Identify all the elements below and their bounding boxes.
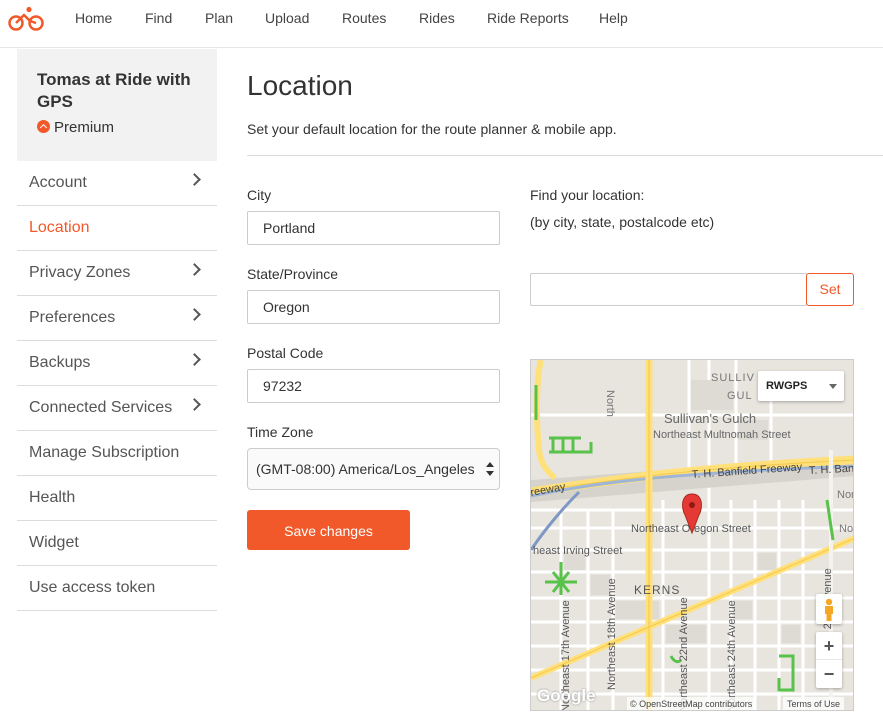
postal-code-label: Postal Code — [247, 345, 324, 361]
city-input[interactable]: Portland — [247, 211, 500, 245]
nav-ride-reports[interactable]: Ride Reports — [487, 10, 569, 26]
save-changes-button[interactable]: Save changes — [247, 510, 410, 550]
sidebar-user-card: Tomas at Ride with GPS Premium — [17, 49, 217, 161]
map-attribution[interactable]: © OpenStreetMap contributors — [627, 697, 756, 710]
sidebar-item-widget[interactable]: Widget — [17, 521, 217, 566]
sidebar-item-connected-services[interactable]: Connected Services — [17, 386, 217, 431]
sidebar-item-label: Location — [29, 219, 90, 236]
find-location-input[interactable] — [530, 273, 807, 306]
state-input[interactable]: Oregon — [247, 290, 500, 324]
chevron-right-icon — [188, 308, 201, 321]
caret-down-icon — [829, 384, 837, 389]
page-title: Location — [247, 70, 353, 101]
location-map[interactable]: SULLIV GUL Sullivan's Gulch Northeast Mu… — [530, 359, 854, 711]
premium-badge: Premium — [37, 119, 114, 136]
nav-help[interactable]: Help — [599, 10, 628, 26]
map-type-value: RWGPS — [766, 380, 808, 392]
user-name: Tomas at Ride with GPS — [37, 70, 191, 111]
time-zone-select[interactable]: (GMT-08:00) America/Los_Angeles — [247, 448, 500, 490]
find-location-label: Find your location: — [530, 187, 645, 203]
page-subtitle: Set your default location for the route … — [247, 121, 617, 137]
sidebar-item-manage-subscription[interactable]: Manage Subscription — [17, 431, 217, 476]
map-label-ne-22nd: Northeast 22nd Avenue — [678, 597, 690, 711]
map-tiles: SULLIV GUL Sullivan's Gulch Northeast Mu… — [531, 360, 854, 711]
map-label-irving: heast Irving Street — [533, 545, 622, 557]
chevron-right-icon — [188, 173, 201, 186]
chevron-right-icon — [188, 398, 201, 411]
sidebar-item-privacy-zones[interactable]: Privacy Zones — [17, 251, 217, 296]
map-label-ne-multnomah: Northeast Multnomah Street — [653, 429, 791, 441]
sidebar-item-preferences[interactable]: Preferences — [17, 296, 217, 341]
find-location-hint: (by city, state, postalcode etc) — [530, 214, 715, 230]
premium-label: Premium — [54, 119, 115, 136]
map-label-north-right: Nor — [837, 489, 854, 501]
map-label-sullivan: SULLIV — [711, 372, 755, 384]
pegman-icon — [825, 598, 833, 621]
map-label-kerns: KERNS — [634, 583, 680, 597]
set-location-button[interactable]: Set — [806, 273, 854, 306]
nav-routes[interactable]: Routes — [342, 10, 386, 26]
top-navigation: Home Find Plan Upload Routes Rides Ride … — [0, 0, 883, 48]
postal-code-input[interactable]: 97232 — [247, 369, 500, 403]
state-label: State/Province — [247, 266, 339, 282]
sidebar-item-account[interactable]: Account — [17, 161, 217, 206]
sidebar-item-label: Preferences — [29, 309, 116, 326]
sidebar-item-label: Backups — [29, 354, 91, 371]
sidebar-item-label: Use access token — [29, 579, 156, 596]
sidebar-item-location[interactable]: Location — [17, 206, 217, 251]
time-zone-label: Time Zone — [247, 424, 314, 440]
map-label-north-top: North — [604, 390, 616, 417]
sidebar-item-label: Widget — [29, 534, 79, 551]
sidebar-item-health[interactable]: Health — [17, 476, 217, 521]
sidebar-item-backups[interactable]: Backups — [17, 341, 217, 386]
select-arrows-icon — [486, 462, 494, 476]
city-label: City — [247, 187, 272, 203]
sidebar-item-label: Account — [29, 174, 87, 191]
map-label-banfield-right: T. H. Ban — [809, 463, 854, 477]
nav-rides[interactable]: Rides — [419, 10, 455, 26]
map-label-gulch: GUL — [727, 390, 753, 402]
cyclist-logo-icon[interactable] — [8, 6, 44, 32]
nav-home[interactable]: Home — [75, 10, 112, 26]
chevron-right-icon — [188, 353, 201, 366]
sidebar-item-label: Connected Services — [29, 399, 173, 416]
sidebar-item-label: Manage Subscription — [29, 444, 180, 461]
nav-upload[interactable]: Upload — [265, 10, 309, 26]
zoom-out-button[interactable]: − — [816, 660, 842, 688]
map-label-no-right: No — [839, 523, 853, 535]
nav-find[interactable]: Find — [145, 10, 172, 26]
map-label-ne-18th: Northeast 18th Avenue — [606, 578, 618, 690]
street-view-pegman[interactable] — [816, 594, 842, 624]
map-terms-link[interactable]: Terms of Use — [783, 697, 845, 710]
sidebar-item-use-access-token[interactable]: Use access token — [17, 566, 217, 611]
sidebar-item-label: Health — [29, 489, 76, 506]
sidebar-item-label: Privacy Zones — [29, 264, 131, 281]
chevron-right-icon — [188, 263, 201, 276]
zoom-controls: + − — [816, 632, 842, 688]
map-type-selector[interactable]: RWGPS — [758, 371, 844, 401]
time-zone-value: (GMT-08:00) America/Los_Angeles — [256, 461, 475, 477]
map-label-ne-24th: Northeast 24th Avenue — [726, 600, 738, 711]
zoom-in-button[interactable]: + — [816, 632, 842, 660]
google-logo: Google — [537, 686, 596, 705]
nav-plan[interactable]: Plan — [205, 10, 233, 26]
premium-chevron-icon — [37, 120, 50, 133]
divider — [247, 155, 883, 156]
map-label-sullivans-gulch: Sullivan's Gulch — [664, 411, 756, 426]
